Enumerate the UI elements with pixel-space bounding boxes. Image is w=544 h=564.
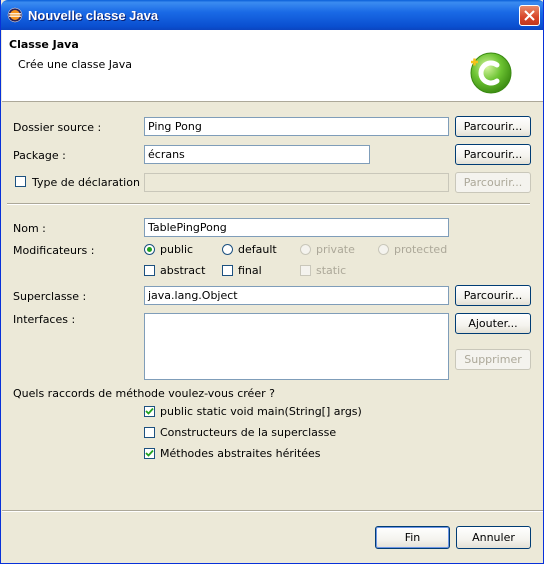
modifier-protected-label: protected bbox=[394, 243, 448, 256]
stub-abstract-methods-label: Méthodes abstraites héritées bbox=[160, 447, 321, 460]
enclosing-type-label: Type de déclaration : bbox=[32, 176, 148, 189]
superclass-field[interactable]: java.lang.Object bbox=[144, 286, 449, 305]
checkmark-icon bbox=[145, 449, 154, 457]
name-field[interactable]: TablePingPong bbox=[144, 218, 449, 237]
interfaces-list[interactable] bbox=[144, 313, 449, 380]
modifier-static-label: static bbox=[316, 264, 347, 277]
name-label: Nom : bbox=[13, 222, 46, 235]
source-folder-field[interactable]: Ping Pong bbox=[144, 117, 449, 136]
cancel-button[interactable]: Annuler bbox=[456, 526, 531, 549]
enclosing-type-field bbox=[144, 173, 449, 192]
close-button[interactable] bbox=[519, 5, 540, 26]
modifier-public-label: public bbox=[160, 243, 194, 256]
new-class-icon bbox=[468, 50, 514, 99]
remove-interface-button: Supprimer bbox=[455, 349, 531, 370]
modifier-default-label: default bbox=[238, 243, 277, 256]
modifier-abstract-label: abstract bbox=[160, 264, 206, 277]
wizard-description: Crée une classe Java bbox=[18, 58, 133, 71]
stub-abstract-methods-checkbox[interactable] bbox=[144, 448, 155, 459]
enclosing-type-checkbox[interactable] bbox=[15, 176, 26, 187]
modifier-abstract-checkbox[interactable] bbox=[144, 265, 155, 276]
stub-constructors-checkbox[interactable] bbox=[144, 427, 155, 438]
package-label: Package : bbox=[13, 149, 66, 162]
close-icon bbox=[524, 10, 535, 21]
modifier-public-radio[interactable] bbox=[144, 244, 155, 255]
modifier-private-label: private bbox=[316, 243, 355, 256]
superclass-browse-button[interactable]: Parcourir... bbox=[455, 285, 531, 306]
dialog-window: Nouvelle classe Java Classe Java Crée un… bbox=[0, 0, 544, 564]
enclosing-type-browse-button: Parcourir... bbox=[455, 172, 531, 193]
modifier-final-label: final bbox=[238, 264, 262, 277]
method-stubs-question: Quels raccords de méthode voulez-vous cr… bbox=[13, 387, 275, 400]
footer-separator bbox=[2, 510, 543, 512]
package-browse-button[interactable]: Parcourir... bbox=[455, 144, 531, 165]
modifier-final-checkbox[interactable] bbox=[222, 265, 233, 276]
section-separator bbox=[7, 203, 530, 205]
wizard-header: Classe Java Crée une classe Java bbox=[2, 30, 543, 102]
add-interface-button[interactable]: Ajouter... bbox=[455, 313, 531, 334]
modifiers-label: Modificateurs : bbox=[13, 244, 95, 257]
title-bar[interactable]: Nouvelle classe Java bbox=[1, 0, 543, 30]
stub-main-label: public static void main(String[] args) bbox=[160, 405, 362, 418]
modifier-default-radio[interactable] bbox=[222, 244, 233, 255]
eclipse-icon bbox=[7, 7, 23, 23]
stub-constructors-label: Constructeurs de la superclasse bbox=[160, 426, 337, 439]
modifier-private-radio bbox=[300, 244, 311, 255]
package-field[interactable]: écrans bbox=[144, 145, 370, 164]
modifier-static-checkbox bbox=[300, 265, 311, 276]
interfaces-label: Interfaces : bbox=[13, 313, 76, 326]
checkmark-icon bbox=[145, 407, 154, 415]
window-title: Nouvelle classe Java bbox=[28, 8, 159, 23]
stub-main-checkbox[interactable] bbox=[144, 406, 155, 417]
modifier-protected-radio bbox=[378, 244, 389, 255]
superclass-label: Superclasse : bbox=[13, 290, 87, 303]
source-folder-browse-button[interactable]: Parcourir... bbox=[455, 116, 531, 137]
finish-button[interactable]: Fin bbox=[375, 526, 450, 549]
wizard-title: Classe Java bbox=[9, 38, 79, 51]
source-folder-label: Dossier source : bbox=[13, 121, 102, 134]
